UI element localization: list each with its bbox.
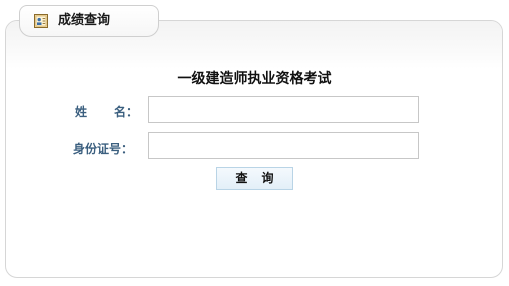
id-number-label: 身份证号： xyxy=(73,142,134,156)
score-query-page: 成绩查询 一级建造师执业资格考试 姓 名： 身份证号： 查询 xyxy=(0,0,509,286)
name-input[interactable] xyxy=(148,96,419,123)
id-number-input[interactable] xyxy=(148,132,419,159)
exam-title: 一级建造师执业资格考试 xyxy=(177,71,332,87)
name-label-surname-char: 姓 xyxy=(75,105,88,119)
tab-title: 成绩查询 xyxy=(58,13,111,28)
tab-score-query[interactable]: 成绩查询 xyxy=(19,5,159,37)
name-label: 姓 名： xyxy=(75,104,138,120)
name-label-given-char: 名： xyxy=(114,105,139,119)
document-icon xyxy=(34,14,48,28)
query-button[interactable]: 查询 xyxy=(216,167,293,190)
